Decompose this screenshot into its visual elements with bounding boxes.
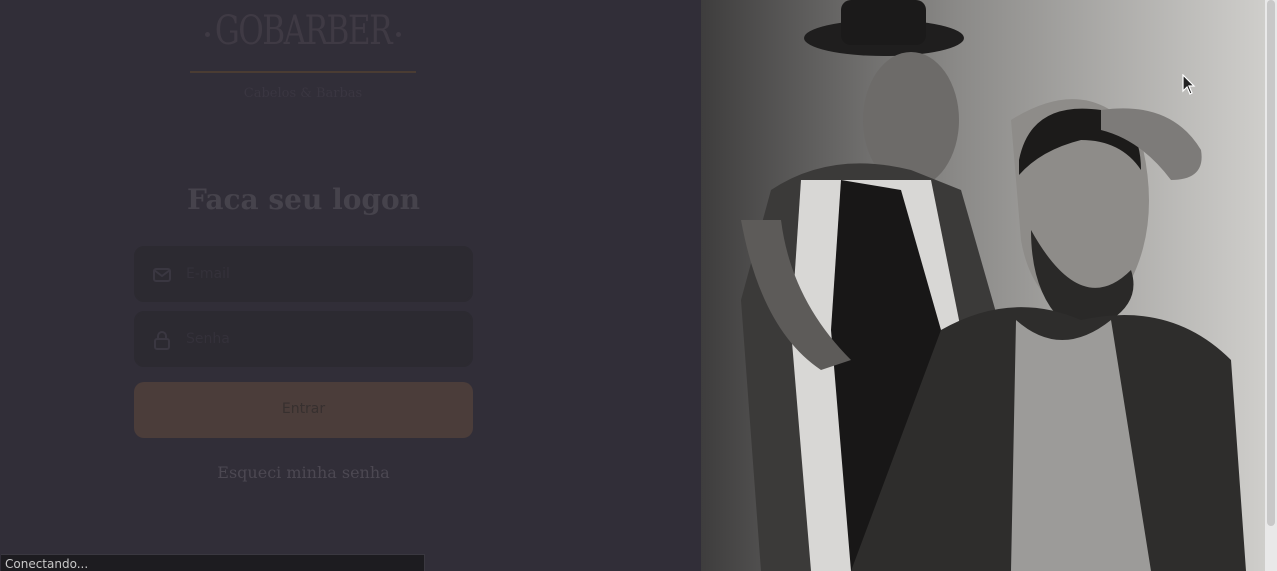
page-title: Faca seu logon — [186, 183, 421, 216]
status-text: Conectando... — [5, 557, 89, 571]
gobarber-logo: GOBARBER — [190, 4, 416, 74]
submit-button-label: Entrar — [281, 401, 326, 417]
forgot-password-link[interactable]: Esqueci minha senha — [134, 463, 473, 482]
email-field[interactable]: E-mail — [134, 246, 473, 302]
browser-status-bar: Conectando... — [1, 554, 425, 571]
logo-text: GOBARBER — [214, 8, 393, 54]
barber-photo-illustration — [701, 0, 1265, 571]
scrollbar-thumb[interactable] — [1267, 0, 1275, 526]
lock-icon — [152, 330, 172, 350]
logo-dot-left — [205, 32, 210, 37]
barber-photo — [701, 0, 1265, 571]
login-panel: GOBARBER Cabelos & Barbas Faca seu logon… — [0, 0, 701, 571]
mouse-cursor-icon — [1182, 73, 1196, 96]
brand-tagline: Cabelos & Barbas — [243, 86, 363, 101]
password-field[interactable]: Senha — [134, 311, 473, 367]
logo-divider — [190, 71, 416, 73]
password-placeholder: Senha — [186, 331, 230, 347]
logo-dot-right — [396, 32, 401, 37]
email-placeholder: E-mail — [186, 266, 230, 282]
mail-icon — [152, 265, 172, 285]
submit-button[interactable]: Entrar — [134, 382, 473, 438]
